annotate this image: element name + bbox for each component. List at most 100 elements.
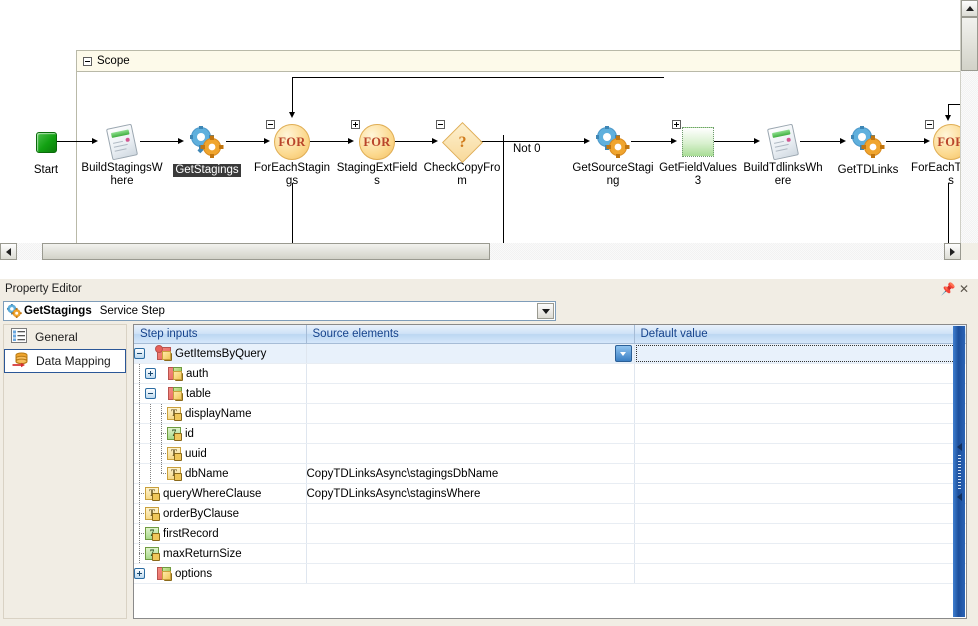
lock-icon [152, 513, 160, 521]
scope-header[interactable]: Scope [77, 51, 978, 72]
selected-step-kind: Service Step [99, 305, 165, 317]
list-icon [11, 328, 29, 346]
for-loop-icon: FOR [274, 124, 310, 160]
number-type-icon: 7 [167, 427, 182, 441]
node-gettdlinks[interactable]: GetTDLinks [822, 122, 914, 177]
property-editor-panel: Property Editor 📌 ✕ GetStagings Service … [0, 279, 978, 626]
number-type-icon: 7 [145, 547, 160, 561]
source-dropdown-button[interactable] [614, 345, 632, 362]
scroll-up-arrow[interactable] [961, 0, 978, 17]
lock-icon [152, 493, 160, 501]
collapse-left-arrow-icon[interactable] [956, 442, 962, 451]
diagram-vertical-scrollbar[interactable] [960, 0, 978, 260]
complex-type-icon [168, 387, 183, 401]
row-label: GetItemsByQuery [175, 347, 267, 360]
node-collapse-icon[interactable] [266, 120, 275, 129]
data-mapping-grid: Step inputs Source elements Default valu… [134, 325, 966, 584]
table-row[interactable]: options [134, 563, 966, 584]
complex-type-icon [157, 567, 172, 581]
table-row[interactable]: 7 firstRecord [134, 523, 966, 544]
node-checkcopyfrom[interactable]: ? CheckCopyFrom [416, 120, 508, 188]
grid-vertical-splitter[interactable] [953, 326, 965, 617]
table-row[interactable]: T displayName [134, 403, 966, 424]
table-row[interactable]: T dbName CopyTDLinksAsync\stagingsDbName [134, 463, 966, 484]
data-mapping-grid-container[interactable]: Step inputs Source elements Default valu… [133, 324, 967, 619]
table-row[interactable]: T orderByClause [134, 503, 966, 524]
column-header-source-elements[interactable]: Source elements [306, 325, 635, 344]
row-label: firstRecord [163, 527, 219, 540]
lock-icon [175, 373, 183, 381]
table-row[interactable]: auth [134, 363, 966, 384]
string-type-icon: T [145, 487, 160, 501]
collapse-left-arrow-icon-2[interactable] [956, 492, 962, 501]
node-collapse-icon[interactable] [436, 120, 445, 129]
chevron-down-icon[interactable] [537, 303, 554, 319]
tab-data-mapping[interactable]: Data Mapping [4, 349, 126, 373]
grid-header-row: Step inputs Source elements Default valu… [134, 325, 966, 344]
node-label: StagingExtFields [336, 162, 418, 187]
selected-step-name: GetStagings [24, 305, 92, 317]
tab-label: Data Mapping [36, 354, 111, 368]
node-expand-icon[interactable] [351, 120, 360, 129]
table-row[interactable]: table [134, 383, 966, 404]
property-editor-tablist: General Data Mapping [3, 324, 127, 619]
lock-icon [175, 393, 183, 401]
row-label: auth [186, 367, 209, 380]
table-row[interactable]: T queryWhereClause CopyTDLinksAsync\stag… [134, 483, 966, 504]
row-label: orderByClause [163, 507, 240, 520]
node-getsourcestaging[interactable]: GetSourceStaging [567, 122, 659, 188]
node-foreachstagings[interactable]: FOR ForEachStagings [246, 120, 338, 188]
row-collapse-icon[interactable] [134, 348, 145, 359]
scrollbar-corner [961, 243, 978, 260]
green-square-icon [682, 127, 714, 157]
node-label: CheckCopyFrom [423, 162, 501, 187]
scroll-left-arrow[interactable] [0, 243, 17, 260]
node-collapse-icon[interactable] [925, 120, 934, 129]
property-editor-titlebar: Property Editor 📌 ✕ [0, 279, 978, 299]
workflow-diagram-canvas[interactable]: Scope Not 0 Start BuildStagingsWhere Get… [0, 0, 978, 260]
node-stagingextfields[interactable]: FOR StagingExtFields [331, 120, 423, 188]
step-selector-combobox[interactable]: GetStagings Service Step [3, 301, 556, 321]
table-row[interactable]: GetItemsByQuery [134, 343, 966, 364]
node-label: GetTDLinks [837, 164, 899, 176]
lock-icon [152, 553, 160, 561]
splitter-grip[interactable] [957, 454, 961, 489]
database-arrow-icon [12, 352, 30, 370]
close-icon[interactable]: ✕ [956, 281, 972, 297]
string-type-icon: T [145, 507, 160, 521]
node-getstagings[interactable]: GetStagings [161, 122, 253, 177]
row-label: uuid [185, 447, 207, 460]
start-square-icon [35, 131, 57, 153]
complex-type-icon [155, 345, 172, 361]
table-row[interactable]: T uuid [134, 443, 966, 464]
pin-icon[interactable]: 📌 [940, 281, 956, 297]
connector-arrow [288, 112, 295, 118]
clipboard-icon [766, 123, 800, 161]
node-buildstagingswhere[interactable]: BuildStagingsWhere [76, 122, 168, 188]
vertical-scroll-thumb[interactable] [961, 17, 978, 71]
tab-general[interactable]: General [4, 325, 126, 349]
row-expand-icon[interactable] [145, 368, 156, 379]
clipboard-icon [105, 123, 139, 161]
scroll-right-arrow[interactable] [944, 243, 961, 260]
row-expand-icon[interactable] [134, 568, 145, 579]
node-expand-icon[interactable] [672, 120, 681, 129]
node-label: BuildTdlinksWhere [743, 162, 823, 187]
column-header-step-inputs[interactable]: Step inputs [134, 325, 307, 344]
node-label: GetSourceStaging [572, 162, 654, 187]
gears-icon [4, 304, 24, 318]
diagram-horizontal-scrollbar[interactable] [0, 243, 961, 260]
table-row[interactable]: 7 maxReturnSize [134, 543, 966, 564]
node-getfieldvalues3[interactable]: GetFieldValues3 [652, 120, 744, 188]
node-buildtdlinkswhere[interactable]: BuildTdlinksWhere [737, 122, 829, 188]
default-value-editor[interactable] [635, 345, 966, 362]
gears-icon [190, 126, 224, 158]
row-source: CopyTDLinksAsync\staginsWhere [306, 487, 481, 500]
horizontal-scroll-thumb[interactable] [42, 243, 490, 260]
row-collapse-icon[interactable] [145, 388, 156, 399]
node-label: Start [33, 164, 59, 176]
row-label: maxReturnSize [163, 547, 242, 560]
scope-collapse-icon[interactable] [83, 56, 92, 66]
table-row[interactable]: 7 id [134, 423, 966, 444]
column-header-default-value[interactable]: Default value [634, 325, 966, 344]
